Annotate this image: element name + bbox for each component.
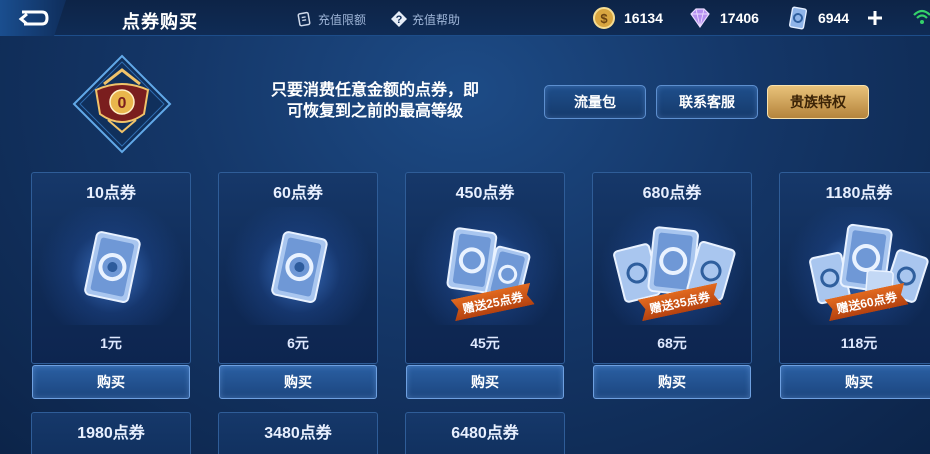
diamond-balance: 17406 (688, 6, 759, 30)
card-price: 68元 (657, 335, 687, 351)
card-name: 1180点券 (825, 185, 893, 202)
plus-icon (868, 11, 882, 25)
help-question-icon: ? (390, 10, 408, 28)
recharge-limit-label: 充值限额 (318, 12, 367, 27)
card-art (32, 207, 190, 325)
card-price: 1元 (100, 335, 122, 351)
back-arrow-icon (18, 10, 49, 26)
voucher-ticket-icon (271, 231, 328, 303)
voucher-amount: 6944 (818, 10, 850, 26)
wifi-icon (913, 9, 930, 24)
buy-button[interactable]: 购买 (219, 365, 377, 399)
voucher-ticket-icon (84, 231, 141, 303)
voucher-icon (788, 6, 808, 30)
card-art (219, 207, 377, 325)
recharge-help-label: 充值帮助 (412, 12, 461, 27)
buy-button[interactable]: 购买 (32, 365, 190, 399)
card-name: 680点券 (642, 185, 702, 202)
card-name: 6480点券 (451, 425, 519, 442)
card-name: 10点券 (86, 185, 136, 202)
rank-emblem-icon: 0 (72, 54, 172, 154)
svg-text:?: ? (396, 14, 403, 26)
buy-button[interactable]: 购买 (593, 365, 751, 399)
notice-line-2: 可恢复到之前的最高等级 (286, 103, 463, 120)
card-price: 6元 (287, 335, 309, 351)
traffic-pack-button[interactable]: 流量包 (544, 85, 646, 119)
voucher-card[interactable]: 1980点券 (31, 412, 191, 454)
restore-level-notice: 只要消费任意金额的点券，即 可恢复到之前的最高等级 (240, 80, 510, 122)
card-name: 60点券 (273, 185, 323, 202)
page-title: 点券购买 (122, 12, 198, 32)
voucher-card[interactable]: 680点券 赠送35点券 68元 (592, 172, 752, 364)
buy-button[interactable]: 购买 (780, 365, 930, 399)
notice-line-1: 只要消费任意金额的点券，即 (270, 82, 479, 99)
rank-emblem: 0 (68, 50, 176, 158)
add-voucher-button[interactable] (866, 9, 884, 27)
voucher-card[interactable]: 450点券 赠送25点券 45元 (405, 172, 565, 364)
gold-coin-icon: $ (593, 7, 615, 29)
noble-privilege-button[interactable]: 贵族特权 (767, 85, 869, 119)
recharge-help-link[interactable]: ? 充值帮助 (390, 9, 460, 29)
voucher-card[interactable]: 6480点券 (405, 412, 565, 454)
buy-button[interactable]: 购买 (406, 365, 564, 399)
card-price: 118元 (840, 335, 878, 351)
diamond-icon (690, 8, 710, 29)
contact-support-button[interactable]: 联系客服 (656, 85, 758, 119)
voucher-balance: 6944 (786, 6, 849, 30)
gold-balance: $ 16134 (592, 6, 663, 30)
svg-text:0: 0 (118, 95, 127, 112)
card-name: 1980点券 (77, 425, 145, 442)
svg-text:$: $ (600, 11, 608, 26)
recharge-limit-link[interactable]: 充值限额 (296, 9, 366, 29)
card-name: 3480点券 (264, 425, 332, 442)
voucher-card[interactable]: 3480点券 (218, 412, 378, 454)
card-price: 45元 (470, 335, 500, 351)
top-bar: 点券购买 充值限额 ? 充值帮助 $ 16134 17406 6944 (0, 0, 930, 36)
limit-card-icon (296, 10, 314, 28)
voucher-card[interactable]: 10点券 1元 (31, 172, 191, 364)
voucher-card[interactable]: 1180点券 赠送60点券 118元 (779, 172, 930, 364)
diamond-amount: 17406 (720, 10, 759, 26)
voucher-card[interactable]: 60点券 6元 (218, 172, 378, 364)
card-name: 450点券 (455, 185, 515, 202)
gold-amount: 16134 (624, 10, 663, 26)
back-button[interactable] (0, 0, 66, 36)
